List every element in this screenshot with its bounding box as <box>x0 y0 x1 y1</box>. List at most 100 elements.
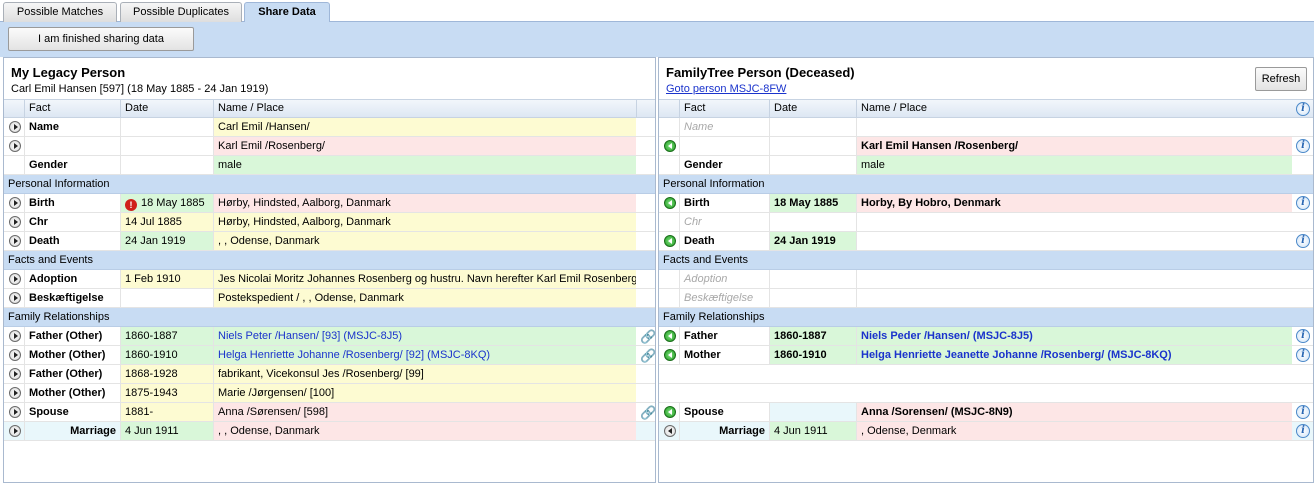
ft-row-marriage[interactable]: Marriage 4 Jun 1911 , Odense, Denmark i <box>659 422 1313 441</box>
fact-date: 1860-1887 <box>769 327 856 345</box>
copy-left-arrow-icon[interactable] <box>664 349 676 361</box>
expand-arrow-icon[interactable] <box>9 235 21 247</box>
ft-row-birth[interactable]: Birth 18 May 1885 Horby, By Hobro, Denma… <box>659 194 1313 213</box>
fact-value: Carl Emil /Hansen/ <box>213 118 636 136</box>
finished-sharing-button[interactable]: I am finished sharing data <box>8 27 194 51</box>
fact-date: 24 Jan 1919 <box>769 232 856 250</box>
info-icon[interactable]: i <box>1296 348 1310 362</box>
fact-value: , , Odense, Danmark <box>213 232 636 250</box>
ft-row-chr[interactable]: Chr <box>659 213 1313 232</box>
copy-left-arrow-icon[interactable] <box>664 330 676 342</box>
expand-arrow-icon[interactable] <box>9 121 21 133</box>
expand-arrow-icon[interactable] <box>9 349 21 361</box>
fact-label: Marriage <box>24 422 120 440</box>
copy-left-arrow-icon[interactable] <box>664 197 676 209</box>
info-icon[interactable]: i <box>1296 139 1310 153</box>
col-fact[interactable]: Fact <box>24 100 120 118</box>
fact-date: 4 Jun 1911 <box>120 422 213 440</box>
link-icon[interactable]: 🔗 <box>640 348 656 364</box>
ft-row-adoption[interactable]: Adoption <box>659 270 1313 289</box>
fact-value: Karl Emil /Rosenberg/ <box>213 137 636 155</box>
link-icon[interactable]: 🔗 <box>640 405 656 421</box>
legacy-row-birth[interactable]: Birth ! 18 May 1885 Hørby, Hindsted, Aalb… <box>4 194 655 213</box>
legacy-person-summary: Carl Emil Hansen [597] (18 May 1885 - 24… <box>11 83 269 95</box>
fact-date: 18 May 1885 <box>141 197 205 209</box>
col-date[interactable]: Date <box>769 100 856 118</box>
fact-date: 1868-1928 <box>120 365 213 383</box>
expand-arrow-icon[interactable] <box>9 330 21 342</box>
expand-arrow-icon[interactable] <box>9 368 21 380</box>
legacy-row-gender[interactable]: Gender male <box>4 156 655 175</box>
familytree-facts-grid: Fact Date Name / Place i Name Karl Emil … <box>659 99 1313 441</box>
expand-arrow-icon[interactable] <box>9 273 21 285</box>
col-place[interactable]: Name / Place <box>856 100 1292 118</box>
col-fact[interactable]: Fact <box>679 100 769 118</box>
ft-row-alt-name[interactable]: Karl Emil Hansen /Rosenberg/ i <box>659 137 1313 156</box>
info-icon[interactable]: i <box>1296 102 1310 116</box>
fact-label: Birth <box>24 194 120 212</box>
ft-row-mother[interactable]: Mother 1860-1910 Helga Henriette Jeanett… <box>659 346 1313 365</box>
legacy-row-marriage[interactable]: Marriage 4 Jun 1911 , , Odense, Danmark <box>4 422 655 441</box>
legacy-row-alt-name[interactable]: Karl Emil /Rosenberg/ <box>4 137 655 156</box>
expand-arrow-icon[interactable] <box>9 216 21 228</box>
legacy-row-name[interactable]: Name Carl Emil /Hansen/ <box>4 118 655 137</box>
legacy-row-father[interactable]: Father (Other) 1860-1887 Niels Peter /Ha… <box>4 327 656 346</box>
info-icon[interactable]: i <box>1296 234 1310 248</box>
ft-row-death[interactable]: Death 24 Jan 1919 i <box>659 232 1313 251</box>
info-icon[interactable]: i <box>1296 424 1310 438</box>
expand-arrow-icon[interactable] <box>9 425 21 437</box>
legacy-row-mother-other[interactable]: Mother (Other) 1875-1943 Marie /Jørgense… <box>4 384 655 403</box>
fact-value: , Odense, Denmark <box>856 422 1292 440</box>
legacy-row-father-other[interactable]: Father (Other) 1868-1928 fabrikant, Vice… <box>4 365 655 384</box>
ft-row-spouse[interactable]: Spouse Anna /Sorensen/ (MSJC-8N9) i <box>659 403 1313 422</box>
fact-date <box>769 289 856 307</box>
ft-row-occupation[interactable]: Beskæftigelse <box>659 289 1313 308</box>
legacy-row-death[interactable]: Death 24 Jan 1919 , , Odense, Danmark <box>4 232 655 251</box>
fact-label: Spouse <box>24 403 120 421</box>
expand-arrow-icon[interactable] <box>9 387 21 399</box>
col-place[interactable]: Name / Place <box>213 100 636 118</box>
fact-value: Hørby, Hindsted, Aalborg, Danmark <box>213 194 636 212</box>
expand-arrow-icon[interactable] <box>9 292 21 304</box>
ft-row-gender[interactable]: Gender male <box>659 156 1313 175</box>
info-icon[interactable]: i <box>1296 196 1310 210</box>
fact-label: Father <box>679 327 769 345</box>
legacy-row-occupation[interactable]: Beskæftigelse Postekspedient / , , Odens… <box>4 289 655 308</box>
relative-link[interactable]: Helga Henriette Johanne /Rosenberg/ [92]… <box>213 346 636 364</box>
legacy-row-adoption[interactable]: Adoption 1 Feb 1910 Jes Nicolai Moritz J… <box>4 270 655 289</box>
familytree-person-panel: FamilyTree Person (Deceased) Goto person… <box>658 57 1314 483</box>
tab-possible-duplicates[interactable]: Possible Duplicates <box>120 2 242 22</box>
info-icon[interactable]: i <box>1296 405 1310 419</box>
legacy-row-mother[interactable]: Mother (Other) 1860-1910 Helga Henriette… <box>4 346 656 365</box>
col-date[interactable]: Date <box>120 100 213 118</box>
legacy-row-spouse[interactable]: Spouse 1881- Anna /Sørensen/ [598] 🔗 <box>4 403 656 422</box>
relative-link[interactable]: Niels Peter /Hansen/ [93] (MSJC-8J5) <box>213 327 636 345</box>
copy-left-arrow-icon[interactable] <box>664 406 676 418</box>
ft-row-empty <box>659 384 1313 403</box>
expand-arrow-icon[interactable] <box>9 140 21 152</box>
fact-label: Beskæftigelse <box>679 289 769 307</box>
refresh-button[interactable]: Refresh <box>1255 67 1307 91</box>
copy-left-arrow-icon[interactable] <box>664 140 676 152</box>
fact-label: Father (Other) <box>24 365 120 383</box>
ft-row-name[interactable]: Name <box>659 118 1313 137</box>
tab-share-data[interactable]: Share Data <box>244 2 330 23</box>
relative-link[interactable]: Niels Peder /Hansen/ (MSJC-8J5) <box>856 327 1292 345</box>
fact-date-cell: ! 18 May 1885 <box>120 194 213 212</box>
fact-date <box>120 156 213 174</box>
copy-left-arrow-icon[interactable] <box>664 425 676 437</box>
fact-label: Marriage <box>679 422 769 440</box>
expand-arrow-icon[interactable] <box>9 406 21 418</box>
tab-possible-matches[interactable]: Possible Matches <box>3 2 117 22</box>
copy-left-arrow-icon[interactable] <box>664 235 676 247</box>
relative-link[interactable]: Helga Henriette Jeanette Johanne /Rosenb… <box>856 346 1292 364</box>
ft-row-father[interactable]: Father 1860-1887 Niels Peder /Hansen/ (M… <box>659 327 1313 346</box>
legacy-row-chr[interactable]: Chr 14 Jul 1885 Hørby, Hindsted, Aalborg… <box>4 213 655 232</box>
section-personal-information: Personal Information <box>4 175 655 194</box>
link-icon[interactable]: 🔗 <box>640 329 656 345</box>
fact-value: Hørby, Hindsted, Aalborg, Danmark <box>213 213 636 231</box>
fact-date: 1875-1943 <box>120 384 213 402</box>
expand-arrow-icon[interactable] <box>9 197 21 209</box>
info-icon[interactable]: i <box>1296 329 1310 343</box>
goto-person-link[interactable]: Goto person MSJC-8FW <box>666 83 786 95</box>
